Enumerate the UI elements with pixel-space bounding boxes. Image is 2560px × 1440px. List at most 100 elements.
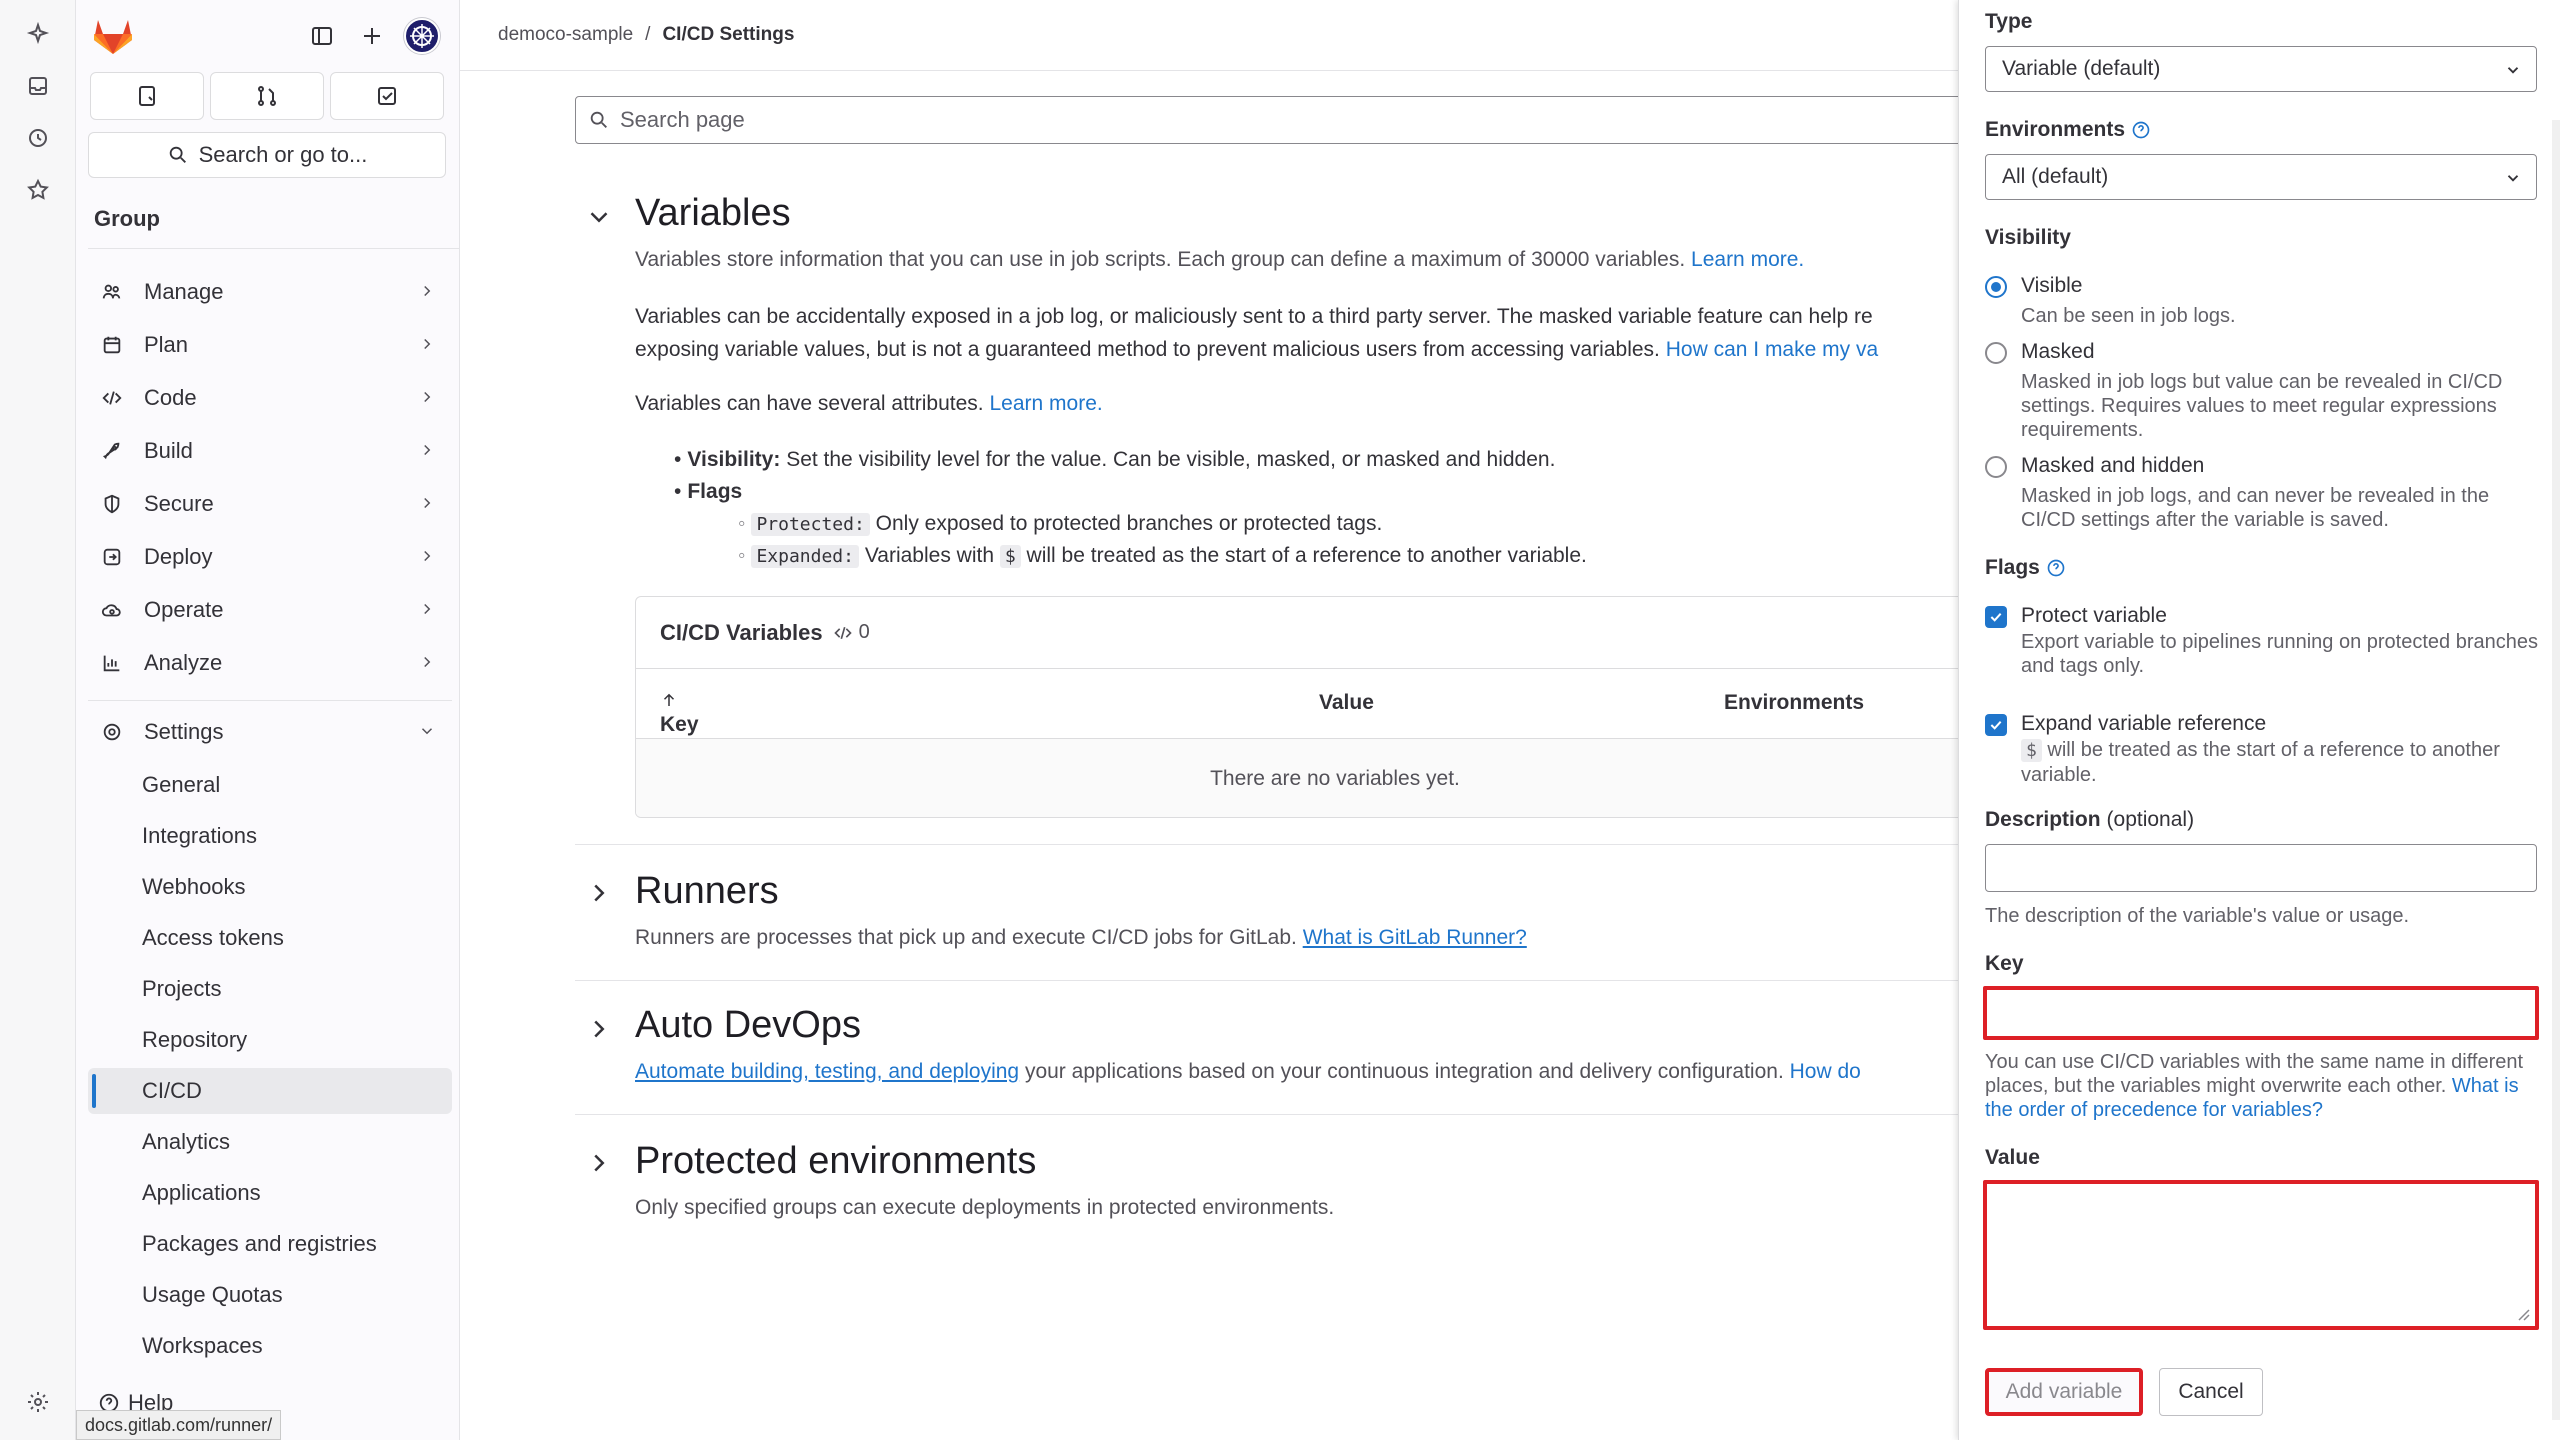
- settings-gear-icon[interactable]: [22, 1386, 54, 1418]
- code-icon: [98, 387, 126, 409]
- issues-button[interactable]: [90, 72, 204, 120]
- sidebar-item-label: Analyze: [144, 650, 223, 675]
- question-circle-icon[interactable]: [2131, 120, 2151, 140]
- sidebar-item-build[interactable]: Build: [88, 429, 452, 473]
- sidebar-sub-item[interactable]: Webhooks: [88, 864, 452, 910]
- calendar-icon: [98, 334, 126, 356]
- sidebar-sub-item[interactable]: Access tokens: [88, 915, 452, 961]
- drawer-scrollbar[interactable]: [2552, 120, 2560, 1420]
- value-label: Value: [1985, 1146, 2040, 1169]
- sidebar-item-plan[interactable]: Plan: [88, 323, 452, 367]
- checkmark-icon: [1990, 720, 2002, 730]
- runners-expand-toggle[interactable]: [584, 878, 614, 908]
- sidebar-item-label: Code: [144, 385, 197, 410]
- flag-expanded-dollar: $: [999, 545, 1021, 568]
- flags-label: Flags: [1985, 556, 2066, 580]
- attributes-text: Variables can have several attributes.: [635, 392, 984, 415]
- bullet-visibility: • Visibility: Set the visibility level fo…: [674, 448, 1556, 471]
- attributes-learn-more-link[interactable]: Learn more.: [989, 392, 1102, 415]
- flag-expanded-item: ◦ Expanded: Variables with $ will be trea…: [738, 544, 1587, 568]
- sidebar-item-label: Operate: [144, 597, 224, 622]
- protected-envs-description: Only specified groups can execute deploy…: [635, 1196, 1335, 1219]
- gitlab-logo-icon[interactable]: [92, 16, 134, 56]
- variables-collapse-toggle[interactable]: [584, 202, 614, 232]
- flag-protected-text: Only exposed to protected branches or pr…: [875, 512, 1383, 535]
- option-title: Masked: [2021, 340, 2095, 363]
- status-bar-url: docs.gitlab.com/runner/: [76, 1410, 282, 1440]
- chevron-down-icon: [590, 212, 608, 223]
- star-icon[interactable]: [22, 174, 54, 206]
- variables-description: Variables store information that you can…: [635, 248, 1804, 272]
- sidebar-sub-item[interactable]: General: [88, 762, 452, 808]
- question-circle-icon[interactable]: [2046, 558, 2066, 578]
- cancel-button[interactable]: Cancel: [2159, 1368, 2263, 1416]
- merge-requests-button[interactable]: [210, 72, 324, 120]
- autodevops-how-link[interactable]: How do: [1790, 1060, 1861, 1083]
- protect-variable-checkbox[interactable]: [1985, 606, 2007, 628]
- description-input[interactable]: [1985, 844, 2537, 892]
- sidebar-sub-item[interactable]: Projects: [88, 966, 452, 1012]
- breadcrumb: democo-sample / CI/CD Settings: [498, 24, 794, 46]
- sidebar-sub-item[interactable]: Usage Quotas: [88, 1272, 452, 1318]
- toggle-sidebar-icon[interactable]: [304, 18, 340, 54]
- sidebar-sub-item-active[interactable]: CI/CD: [88, 1068, 452, 1114]
- sidebar-item-secure[interactable]: Secure: [88, 482, 452, 526]
- autodevops-desc-text: your applications based on your continuo…: [1024, 1060, 1784, 1083]
- radio-visible[interactable]: [1985, 276, 2007, 298]
- search-or-go-to-button[interactable]: Search or go to...: [88, 132, 446, 178]
- column-header-key[interactable]: Key: [660, 691, 699, 736]
- sidebar-item-code[interactable]: Code: [88, 376, 452, 420]
- add-variable-button[interactable]: Add variable: [1985, 1368, 2143, 1416]
- autodevops-expand-toggle[interactable]: [584, 1014, 614, 1044]
- rocket-icon: [98, 440, 126, 462]
- option-help: Masked in job logs, and can never be rev…: [2021, 485, 2490, 531]
- sidebar-sub-item[interactable]: Integrations: [88, 813, 452, 859]
- sidebar-sub-item[interactable]: Analytics: [88, 1119, 452, 1165]
- type-select[interactable]: Variable (default): [1985, 46, 2537, 92]
- sidebar-sub-item[interactable]: Repository: [88, 1017, 452, 1063]
- cicd-variables-card: CI/CD Variables 0 Key Value Environments…: [635, 596, 2035, 818]
- avatar[interactable]: [404, 18, 440, 54]
- column-header-key-label: Key: [660, 713, 699, 736]
- description-help: The description of the variable's value …: [1985, 905, 2410, 927]
- variables-title: Variables: [635, 192, 791, 234]
- sidebar-sub-item[interactable]: Applications: [88, 1170, 452, 1216]
- sidebar-item-manage[interactable]: Manage: [88, 270, 452, 314]
- protected-envs-expand-toggle[interactable]: [584, 1148, 614, 1178]
- sidebar-sub-item[interactable]: Workspaces: [88, 1323, 452, 1369]
- flags-label-text: Flags: [1985, 556, 2040, 579]
- section-divider: [575, 1114, 1995, 1115]
- resize-grip-icon[interactable]: [2513, 1304, 2531, 1322]
- breadcrumb-parent-link[interactable]: democo-sample: [498, 24, 633, 46]
- flag-expanded-code: Expanded:: [751, 545, 859, 568]
- todo-button[interactable]: [330, 72, 444, 120]
- value-textarea[interactable]: [1983, 1180, 2539, 1330]
- autodevops-description: Automate building, testing, and deployin…: [635, 1060, 1861, 1084]
- masking-help-link[interactable]: How can I make my va: [1666, 338, 1878, 361]
- what-is-runner-link[interactable]: What is GitLab Runner?: [1303, 926, 1527, 949]
- key-input[interactable]: [1983, 986, 2539, 1040]
- radio-masked-hidden[interactable]: [1985, 456, 2007, 478]
- users-icon: [98, 281, 126, 303]
- sidebar-item-analyze[interactable]: Analyze: [88, 641, 452, 685]
- variables-learn-more-link[interactable]: Learn more.: [1691, 248, 1804, 271]
- sparkle-icon[interactable]: [22, 18, 54, 50]
- sidebar-item-settings[interactable]: Settings: [88, 710, 452, 754]
- option-help: $ will be treated as the start of a refe…: [2021, 738, 2541, 787]
- description-label: Description (optional): [1985, 808, 2194, 832]
- sidebar-item-operate[interactable]: Operate: [88, 588, 452, 632]
- environments-select[interactable]: All (default): [1985, 154, 2537, 200]
- history-icon[interactable]: [22, 122, 54, 154]
- search-page-input[interactable]: Search page: [575, 96, 1995, 144]
- breadcrumb-current: CI/CD Settings: [662, 24, 795, 45]
- option-help: Can be seen in job logs.: [2021, 305, 2236, 327]
- inbox-icon[interactable]: [22, 70, 54, 102]
- sidebar-sub-item[interactable]: Packages and registries: [88, 1221, 452, 1267]
- expand-variable-checkbox[interactable]: [1985, 714, 2007, 736]
- autodevops-link[interactable]: Automate building, testing, and deployin…: [635, 1060, 1019, 1083]
- column-header-environments: Environments: [1724, 691, 1865, 714]
- runners-desc-text: Runners are processes that pick up and e…: [635, 926, 1297, 949]
- sidebar-item-deploy[interactable]: Deploy: [88, 535, 452, 579]
- plus-icon[interactable]: [354, 18, 390, 54]
- radio-masked[interactable]: [1985, 342, 2007, 364]
